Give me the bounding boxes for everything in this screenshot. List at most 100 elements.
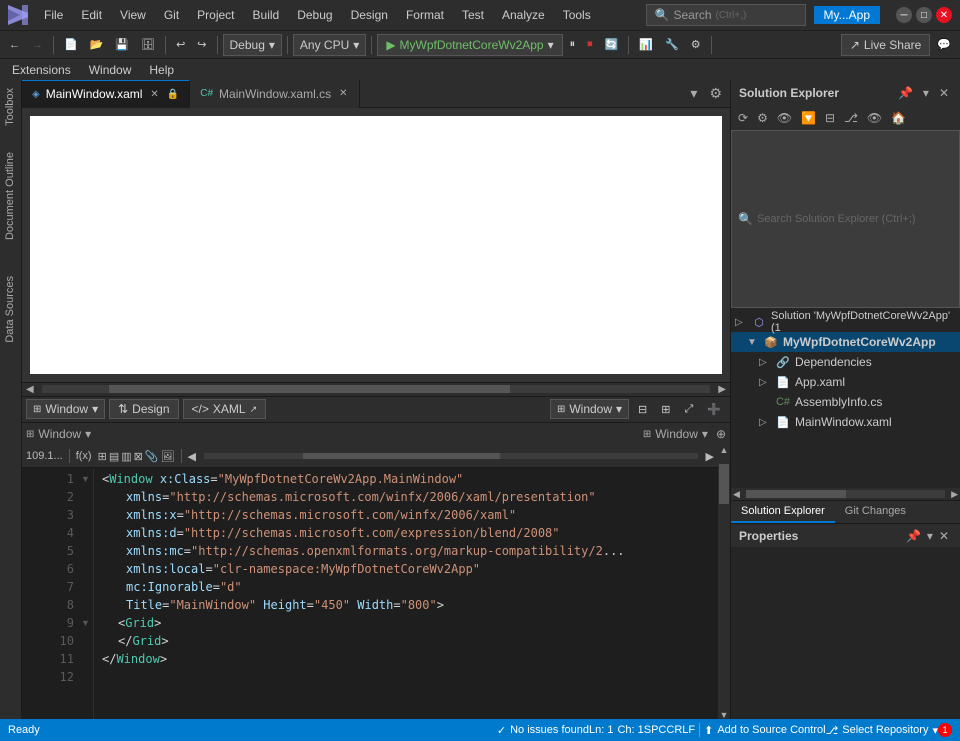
menu-test[interactable]: Test <box>454 4 492 26</box>
split-h-btn[interactable]: ⊟ <box>633 400 652 419</box>
menu-extensions[interactable]: Extensions <box>4 61 79 79</box>
save-all-btn[interactable]: 🗄 <box>136 35 160 54</box>
pause-btn[interactable]: ⏸ <box>565 35 581 54</box>
status-ln-ch[interactable]: Ln: 1 Ch: 1 <box>589 724 644 736</box>
status-add-source[interactable]: ⬆ Add to Source Control <box>704 724 825 737</box>
tab-mainwindow-xaml-cs[interactable]: C# MainWindow.xaml.cs ✕ <box>190 80 360 108</box>
scroll-up-btn[interactable]: ▲ <box>718 446 730 454</box>
menu-debug[interactable]: Debug <box>289 4 340 26</box>
menu-design[interactable]: Design <box>343 4 396 26</box>
props-dropdown-btn[interactable]: ▾ <box>924 528 936 544</box>
sol-hscroll-thumb[interactable] <box>746 490 846 498</box>
window-dropdown-right[interactable]: ⊞ Window ▾ <box>550 399 629 419</box>
tree-mainwindow-xaml[interactable]: ▷ 📄 MainWindow.xaml <box>731 412 960 432</box>
misc-btn2[interactable]: 🔧 <box>660 35 684 54</box>
data-sources-tab[interactable]: Data Sources <box>0 268 21 351</box>
tab-close-btn[interactable]: ✕ <box>148 88 160 101</box>
menu-analyze[interactable]: Analyze <box>494 4 553 26</box>
open-btn[interactable]: 📂 <box>85 35 109 54</box>
hscroll-thumb[interactable] <box>109 385 510 393</box>
tree-solution[interactable]: ▷ ⬡ Solution 'MyWpfDotnetCoreWv2App' (1 <box>731 312 960 332</box>
code-vscroll[interactable]: ▲ ▼ <box>718 446 730 720</box>
sol-hscroll[interactable]: ◀ ▶ <box>731 488 960 500</box>
sol-props-btn[interactable]: ⚙ <box>754 110 771 126</box>
split-v-btn[interactable]: ⊞ <box>656 400 675 419</box>
feedback-btn[interactable]: 💬 <box>932 35 956 54</box>
vscroll-thumb[interactable] <box>719 464 729 504</box>
code-hscroll-thumb[interactable] <box>303 453 500 459</box>
sol-dropdown-btn[interactable]: ▾ <box>920 85 932 101</box>
global-search[interactable]: 🔍 Search (Ctrl+,) <box>646 4 806 26</box>
code-hscroll[interactable] <box>204 453 698 459</box>
tab-close-btn2[interactable]: ✕ <box>337 87 349 100</box>
toolbox-tab[interactable]: Toolbox <box>0 80 21 134</box>
expand-btn[interactable]: ⤢ <box>679 400 698 419</box>
status-select-repo[interactable]: ⎇ Select Repository ▾ <box>826 724 938 737</box>
sol-collapse-all-btn[interactable]: ⊟ <box>822 110 838 126</box>
scroll-right2-icon[interactable]: ▶ <box>706 450 714 463</box>
tab-dropdown-btn[interactable]: ▾ <box>686 83 701 104</box>
misc-btn1[interactable]: 📊 <box>634 35 658 54</box>
stop-btn[interactable]: ⏹ <box>582 35 598 54</box>
hscroll-track[interactable] <box>42 385 711 393</box>
menu-build[interactable]: Build <box>245 4 288 26</box>
nav-forward-btn[interactable]: → <box>27 36 48 54</box>
xaml-button[interactable]: </> XAML ↗ <box>183 399 267 419</box>
redo-btn[interactable]: ↪ <box>192 35 211 54</box>
code-text-area[interactable]: <Window x:Class="MyWpfDotnetCoreWv2App.M… <box>94 468 718 720</box>
status-no-issues[interactable]: ✓ No issues found <box>497 724 589 737</box>
tree-app-xaml[interactable]: ▷ 📄 App.xaml <box>731 372 960 392</box>
menu-tools[interactable]: Tools <box>555 4 599 26</box>
sol-filter-btn[interactable]: 🔽 <box>798 110 819 126</box>
scroll-right-btn[interactable]: ▶ <box>714 384 730 395</box>
sol-preview-btn[interactable]: 👁 <box>864 110 885 126</box>
window-dropdown-left[interactable]: ⊞ Window ▾ <box>26 399 105 419</box>
menu-format[interactable]: Format <box>398 4 452 26</box>
tree-dependencies[interactable]: ▷ 🔗 Dependencies <box>731 352 960 372</box>
menu-help[interactable]: Help <box>141 61 182 79</box>
tree-assembly-info[interactable]: ▷ C# AssemblyInfo.cs <box>731 392 960 412</box>
scroll-down-btn[interactable]: ▼ <box>718 711 730 719</box>
sol-home-btn[interactable]: 🏠 <box>888 110 909 126</box>
scroll-left-btn[interactable]: ◀ <box>22 384 38 395</box>
tab-settings-btn[interactable]: ⚙ <box>705 83 726 104</box>
design-hscroll[interactable]: ◀ ▶ <box>22 382 730 396</box>
collapse-9[interactable]: ▼ <box>78 614 93 632</box>
save-btn[interactable]: 💾 <box>110 35 134 54</box>
sol-show-all-btn[interactable]: 👁 <box>774 110 795 126</box>
sol-scroll-left-btn[interactable]: ◀ <box>731 489 742 500</box>
props-close-btn[interactable]: ✕ <box>936 528 952 544</box>
menu-file[interactable]: File <box>36 4 71 26</box>
sol-search[interactable]: 🔍 Search Solution Explorer (Ctrl+;) <box>731 130 960 308</box>
sol-close-btn[interactable]: ✕ <box>936 85 952 101</box>
sync-btn[interactable]: ⟳ <box>735 110 751 126</box>
sol-scroll-right-btn[interactable]: ▶ <box>949 489 960 500</box>
maximize-button[interactable]: □ <box>916 7 932 23</box>
tree-project[interactable]: ▼ 📦 MyWpfDotnetCoreWv2App <box>731 332 960 352</box>
tab-git-changes[interactable]: Git Changes <box>835 501 916 523</box>
menu-view[interactable]: View <box>112 4 154 26</box>
live-share-button[interactable]: ↗ Live Share <box>841 34 930 56</box>
status-spc[interactable]: SPC <box>644 724 667 736</box>
restart-btn[interactable]: 🔄 <box>600 35 624 54</box>
debug-mode-dropdown[interactable]: Debug ▾ <box>223 34 282 56</box>
status-error-badge[interactable]: 1 <box>938 723 952 737</box>
minimize-button[interactable]: ─ <box>896 7 912 23</box>
nav-back-btn[interactable]: ← <box>4 36 25 54</box>
vscroll-track[interactable] <box>718 504 730 712</box>
run-button[interactable]: ▶ MyWpfDotnetCoreWv2App ▾ <box>377 34 562 56</box>
props-pin-btn[interactable]: 📌 <box>903 528 924 544</box>
tab-solution-explorer[interactable]: Solution Explorer <box>731 501 835 523</box>
xaml-editor[interactable]: 109.1... f(x) ⊞ ▤ ▥ ⊠ 📎 🖼 ◀ <box>22 446 730 720</box>
menu-git[interactable]: Git <box>156 4 187 26</box>
collapse-btn2[interactable]: ➕ <box>702 400 726 419</box>
collapse-1[interactable]: ▼ <box>78 470 93 488</box>
platform-dropdown[interactable]: Any CPU ▾ <box>293 34 366 56</box>
document-outline-tab[interactable]: Document Outline <box>0 144 21 248</box>
misc-btn3[interactable]: ⚙ <box>686 35 706 54</box>
design-button[interactable]: ⇅ Design <box>109 399 178 419</box>
scroll-left2-icon[interactable]: ◀ <box>188 450 196 463</box>
tab-mainwindow-xaml[interactable]: ◈ MainWindow.xaml ✕ 🔒 <box>22 80 190 108</box>
undo-btn[interactable]: ↩ <box>171 35 190 54</box>
status-crlf[interactable]: CRLF <box>666 724 695 736</box>
